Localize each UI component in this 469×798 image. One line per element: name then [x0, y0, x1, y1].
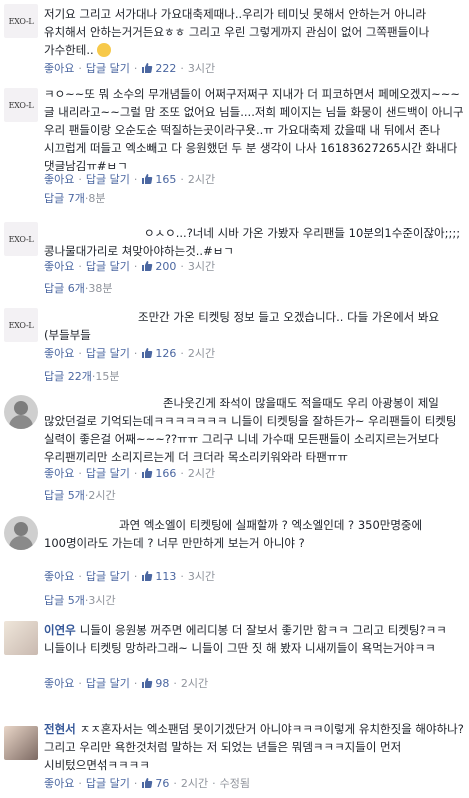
like-button[interactable]: 좋아요	[44, 777, 74, 790]
comment-text: 저기요 그리고 서가대나 가요대축제때나..우리가 테미닛 못해서 안하는거 아…	[44, 7, 430, 57]
reply-timestamp: 8분	[88, 192, 106, 205]
like-button[interactable]: 좋아요	[44, 677, 74, 690]
comment-text: 조만간 가온 티켓팅 정보 들고 오겠습니다.. 다들 가온에서 봐요 (부들부…	[44, 310, 440, 342]
thumbs-up-icon	[142, 174, 153, 184]
comment-2: EXO-L ㅋㅇ~~또 뭐 소수의 무개념들이 어쩌구저쩌구 지내가 더 피코하…	[0, 85, 469, 215]
comment-actions: 좋아요 · 답글 달기 · 98 · 2시간	[44, 677, 209, 690]
like-button[interactable]: 좋아요	[44, 173, 74, 186]
timestamp[interactable]: 2시간	[181, 677, 208, 690]
reply-button[interactable]: 답글 달기	[86, 467, 130, 480]
timestamp[interactable]: 2시간	[188, 173, 215, 186]
like-count[interactable]: 98	[155, 677, 169, 690]
thumbs-up-icon	[142, 778, 153, 788]
view-replies-link[interactable]: 답글 6개	[44, 282, 85, 295]
comment-actions: 좋아요 · 답글 달기 · 126 · 2시간	[44, 347, 216, 360]
replies-row: 답글 7개·8분	[44, 192, 106, 205]
like-count[interactable]: 113	[155, 570, 176, 583]
timestamp[interactable]: 2시간	[188, 467, 215, 480]
comment-text: 전현서 ㅈㅈ혼자서는 엑소팬덤 못이기겠단거 아니야ㅋㅋㅋ이렇게 유치한짓을 해야…	[44, 722, 464, 772]
reply-button[interactable]: 답글 달기	[86, 173, 130, 186]
view-replies-link[interactable]: 답글 5개	[44, 594, 85, 607]
comment-author[interactable]: 이연우	[44, 623, 76, 637]
like-count[interactable]: 165	[155, 173, 176, 186]
replies-row: 답글 6개·38분	[44, 282, 113, 295]
comment-4: EXO-L 조만간 가온 티켓팅 정보 들고 오겠습니다.. 다들 가온에서 봐…	[0, 305, 469, 385]
avatar[interactable]	[4, 726, 38, 760]
comment-7: 이연우 니들이 응원봉 꺼주면 에리디봉 더 잘보서 좋기만 함ㅋㅋ 그리고 티켓…	[0, 620, 469, 710]
reply-button[interactable]: 답글 달기	[86, 260, 130, 273]
reply-timestamp: 2시간	[88, 489, 116, 502]
reply-button[interactable]: 답글 달기	[86, 570, 130, 583]
avatar[interactable]: EXO-L	[4, 88, 38, 122]
comment-5: 존나웃긴게 좌석이 많을때도 적을때도 우리 아광봉이 제일 많았던걸로 기억되…	[0, 393, 469, 511]
reply-timestamp: 38분	[88, 282, 113, 295]
comment-text: ㅋㅇ~~또 뭐 소수의 무개념들이 어쩌구저쩌구 지내가 더 피코하면서 페메오…	[44, 87, 464, 173]
thumbs-up-icon	[142, 261, 153, 271]
timestamp[interactable]: 3시간	[188, 260, 215, 273]
reply-button[interactable]: 답글 달기	[86, 62, 130, 75]
like-count[interactable]: 76	[155, 777, 169, 790]
avatar-body-shape	[9, 415, 33, 429]
replies-row: 답글 5개·3시간	[44, 594, 116, 607]
avatar-logo: EXO-L	[8, 234, 34, 244]
like-count[interactable]: 200	[155, 260, 176, 273]
comment-text: ㅇㅅㅇ...?너네 시바 가온 가봤자 우리팬들 10분의1수준이잖아;;;;콩…	[44, 226, 461, 258]
like-count[interactable]: 126	[155, 347, 176, 360]
avatar-head-shape	[14, 401, 28, 415]
comment-actions: 좋아요 · 답글 달기 · 76 · 2시간 · 수정됨	[44, 777, 250, 790]
like-button[interactable]: 좋아요	[44, 62, 74, 75]
view-replies-link[interactable]: 답글 7개	[44, 192, 85, 205]
smile-emoji-icon	[97, 43, 112, 57]
comment-text: 이연우 니들이 응원봉 꺼주면 에리디봉 더 잘보서 좋기만 함ㅋㅋ 그리고 티켓…	[44, 623, 447, 655]
thumbs-up-icon	[142, 348, 153, 358]
comment-6: 과연 엑소엘이 티켓팅에 실패할까 ? 엑소엘인데 ? 350만명중에 100명…	[0, 514, 469, 614]
comment-author[interactable]: 전현서	[44, 722, 76, 736]
like-count[interactable]: 166	[155, 467, 176, 480]
view-replies-link[interactable]: 답글 22개	[44, 370, 92, 383]
timestamp[interactable]: 3시간	[188, 570, 215, 583]
avatar-logo: EXO-L	[8, 320, 34, 330]
like-count[interactable]: 222	[155, 62, 176, 75]
reply-button[interactable]: 답글 달기	[86, 677, 130, 690]
comment-text: 과연 엑소엘이 티켓팅에 실패할까 ? 엑소엘인데 ? 350만명중에 100명…	[44, 518, 423, 550]
thumbs-up-icon	[142, 678, 153, 688]
reply-timestamp: 3시간	[88, 594, 116, 607]
comment-text: 존나웃긴게 좌석이 많을때도 적을때도 우리 아광봉이 제일 많았던걸로 기억되…	[44, 396, 457, 464]
avatar[interactable]: EXO-L	[4, 222, 38, 256]
like-button[interactable]: 좋아요	[44, 570, 74, 583]
avatar[interactable]: EXO-L	[4, 4, 38, 38]
edited-label[interactable]: 수정됨	[220, 777, 250, 790]
comment-actions: 좋아요 · 답글 달기 · 222 · 3시간	[44, 62, 216, 75]
like-button[interactable]: 좋아요	[44, 347, 74, 360]
comment-8: 전현서 ㅈㅈ혼자서는 엑소팬덤 못이기겠단거 아니야ㅋㅋㅋ이렇게 유치한짓을 해야…	[0, 718, 469, 798]
avatar[interactable]	[4, 516, 38, 550]
like-button[interactable]: 좋아요	[44, 467, 74, 480]
avatar-logo: EXO-L	[8, 16, 34, 26]
timestamp[interactable]: 2시간	[181, 777, 208, 790]
comment-actions: 좋아요 · 답글 달기 · 166 · 2시간	[44, 467, 216, 480]
view-replies-link[interactable]: 답글 5개	[44, 489, 85, 502]
timestamp[interactable]: 3시간	[188, 62, 215, 75]
thumbs-up-icon	[142, 468, 153, 478]
timestamp[interactable]: 2시간	[188, 347, 215, 360]
avatar-head-shape	[14, 522, 28, 536]
replies-row: 답글 5개·2시간	[44, 489, 116, 502]
avatar-logo: EXO-L	[8, 100, 34, 110]
reply-timestamp: 15분	[95, 370, 120, 383]
comment-actions: 좋아요 · 답글 달기 · 165 · 2시간	[44, 173, 216, 186]
reply-button[interactable]: 답글 달기	[86, 347, 130, 360]
thumbs-up-icon	[142, 571, 153, 581]
like-button[interactable]: 좋아요	[44, 260, 74, 273]
avatar-body-shape	[9, 536, 33, 550]
comment-actions: 좋아요 · 답글 달기 · 200 · 3시간	[44, 260, 216, 273]
avatar[interactable]	[4, 621, 38, 655]
reply-button[interactable]: 답글 달기	[86, 777, 130, 790]
comment-1: EXO-L 저기요 그리고 서가대나 가요대축제때나..우리가 테미닛 못해서 …	[0, 0, 469, 85]
replies-row: 답글 22개·15분	[44, 370, 120, 383]
comment-actions: 좋아요 · 답글 달기 · 113 · 3시간	[44, 570, 216, 583]
avatar[interactable]	[4, 395, 38, 429]
avatar[interactable]: EXO-L	[4, 308, 38, 342]
thumbs-up-icon	[142, 63, 153, 73]
comment-3: EXO-L ㅇㅅㅇ...?너네 시바 가온 가봤자 우리팬들 10분의1수준이잖…	[0, 220, 469, 300]
